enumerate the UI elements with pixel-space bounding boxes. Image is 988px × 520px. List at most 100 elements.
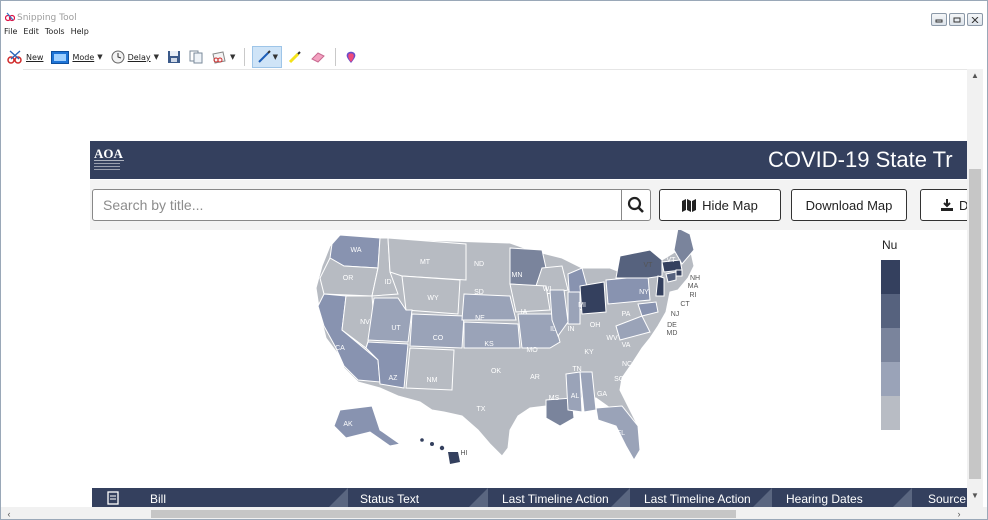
state-ri[interactable] — [675, 269, 683, 277]
page-title: COVID-19 State Tr — [768, 147, 953, 172]
horizontal-scroll-thumb[interactable] — [151, 510, 736, 518]
download-map-button[interactable]: Download Map — [791, 189, 907, 221]
state-ms[interactable] — [565, 371, 583, 413]
download-button[interactable]: D — [920, 189, 967, 221]
search-icon — [627, 196, 644, 213]
scissors-icon — [7, 50, 22, 64]
label-or: OR — [343, 275, 354, 282]
column-hearing-dates[interactable]: Hearing Dates — [786, 492, 863, 506]
toolbar: New Mode ▼ Delay ▼ ▼ ▼ — [1, 45, 987, 69]
label-co: CO — [433, 335, 444, 342]
menu-bar: File Edit Tools Help — [1, 27, 89, 41]
title-bar: Snipping Tool — [1, 1, 987, 27]
column-last-timeline-action-1[interactable]: Last Timeline Action — [502, 492, 609, 506]
snipping-tool-icon — [5, 12, 15, 22]
mode-button[interactable]: Mode ▼ — [49, 47, 104, 67]
label-wa: WA — [350, 247, 361, 254]
label-ma-outside: MA — [688, 283, 699, 290]
scroll-up-arrow[interactable]: ▲ — [967, 71, 983, 85]
label-tn: TN — [572, 366, 581, 373]
state-hi[interactable] — [420, 438, 460, 464]
label-oh: OH — [590, 322, 601, 329]
save-button[interactable] — [165, 47, 183, 67]
close-button[interactable] — [967, 13, 983, 26]
chevron-down-icon: ▼ — [229, 53, 236, 61]
vertical-scroll-thumb[interactable] — [969, 169, 981, 479]
hide-map-button[interactable]: Hide Map — [659, 189, 781, 221]
highlighter-button[interactable] — [286, 47, 304, 67]
label-ri: RI — [690, 292, 697, 299]
label-ms: MS — [549, 395, 560, 402]
search-button[interactable] — [621, 189, 651, 221]
paint3d-button[interactable] — [343, 47, 359, 67]
chevron-down-icon: ▼ — [153, 53, 159, 61]
window-title: Snipping Tool — [17, 13, 77, 23]
column-status-text[interactable]: Status Text — [360, 492, 419, 506]
menu-file[interactable]: File — [4, 27, 17, 41]
column-divider — [469, 488, 488, 507]
delay-button[interactable]: Delay ▼ — [109, 47, 161, 67]
hide-map-label: Hide Map — [702, 197, 758, 213]
column-last-timeline-action-2[interactable]: Last Timeline Action — [644, 492, 751, 506]
state-nj[interactable] — [655, 275, 665, 297]
state-ny[interactable] — [615, 249, 663, 279]
copy-icon — [189, 50, 203, 64]
snip-canvas: AOA COVID-19 State Tr Search by title...… — [23, 69, 967, 507]
label-pa: PA — [622, 311, 631, 318]
pen-button[interactable]: ▼ — [252, 46, 283, 68]
eraser-button[interactable] — [308, 47, 328, 67]
label-la: LA — [527, 409, 536, 416]
label-mi: MI — [578, 302, 586, 309]
label-va: VA — [622, 342, 631, 349]
column-divider — [753, 488, 772, 507]
highlighter-icon — [289, 51, 302, 64]
column-bill[interactable]: Bill — [150, 492, 166, 506]
label-in: IN — [568, 326, 575, 333]
chevron-down-icon: ▼ — [272, 53, 279, 61]
label-me: VT — [667, 257, 677, 264]
menu-tools[interactable]: Tools — [45, 27, 65, 41]
new-snip-button[interactable]: New — [5, 47, 45, 67]
copy-button[interactable] — [187, 47, 205, 67]
vertical-scrollbar[interactable]: ▲ ▼ — [967, 69, 983, 507]
label-ks: KS — [484, 341, 494, 348]
scroll-left-arrow[interactable]: ‹ — [3, 507, 15, 519]
state-co[interactable] — [409, 313, 465, 349]
menu-help[interactable]: Help — [71, 27, 89, 41]
label-wi: WI — [543, 286, 552, 293]
search-input[interactable]: Search by title... — [92, 189, 622, 221]
rectangle-mode-icon — [51, 50, 70, 64]
state-ct[interactable] — [665, 271, 677, 283]
send-snip-button[interactable]: ▼ — [209, 47, 237, 67]
minimize-button[interactable] — [931, 13, 947, 26]
label-ut: UT — [391, 325, 401, 332]
floppy-disk-icon — [167, 51, 180, 63]
maximize-button[interactable] — [949, 13, 965, 26]
label-nc: NC — [622, 361, 632, 368]
horizontal-scrollbar[interactable]: ‹ › — [1, 507, 967, 519]
label-ny: NY — [639, 289, 649, 296]
label-sd: SD — [474, 289, 484, 296]
resize-grip[interactable] — [967, 507, 987, 519]
chevron-down-icon: ▼ — [97, 53, 103, 61]
label-ar: AR — [530, 374, 540, 381]
state-oh[interactable] — [579, 281, 607, 315]
window-controls — [931, 13, 983, 26]
minimize-icon — [935, 19, 943, 22]
scroll-down-arrow[interactable]: ▼ — [967, 491, 983, 505]
restore-icon — [953, 17, 961, 22]
map-icon — [682, 198, 697, 212]
close-icon — [971, 16, 979, 23]
snipping-tool-window: Snipping Tool File Edit Tools Help New M… — [0, 0, 988, 520]
label-mo: MO — [526, 347, 538, 354]
label-wy: WY — [427, 295, 439, 302]
legend-swatch-5 — [881, 396, 900, 430]
send-mail-icon — [212, 51, 226, 64]
label-hi: HI — [461, 450, 468, 457]
state-ne[interactable] — [461, 293, 517, 321]
scroll-right-arrow[interactable]: › — [953, 507, 965, 519]
download-map-label: Download Map — [805, 197, 893, 213]
menu-edit[interactable]: Edit — [23, 27, 39, 41]
column-source[interactable]: Source — [928, 492, 966, 506]
legend-title: Nu — [882, 238, 898, 252]
